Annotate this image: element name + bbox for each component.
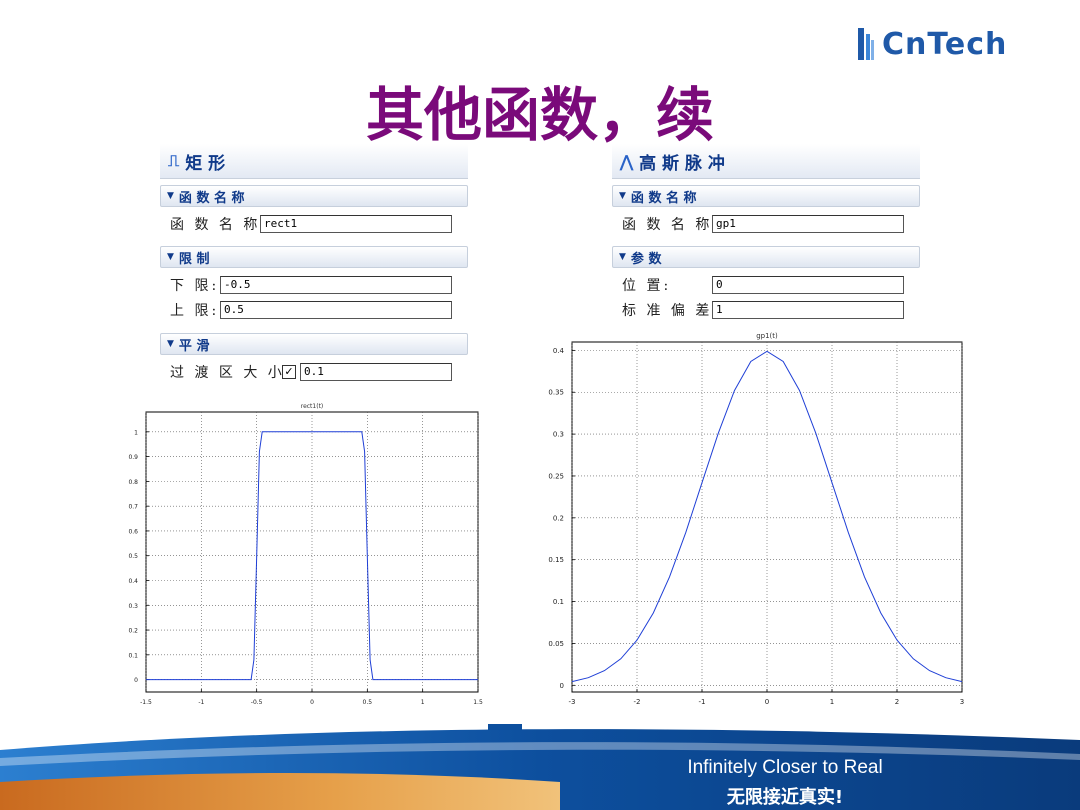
chart-title: gp1(t) bbox=[756, 332, 778, 340]
x-tick-label: -1.5 bbox=[140, 699, 152, 706]
gaussian-settings-panel: ⋀ 高 斯 脉 冲 ▼ 函 数 名 称 函 数 名 称: gp1 ▼ 参 数 位… bbox=[612, 144, 920, 320]
footer-orange-wave bbox=[0, 773, 560, 810]
x-tick-label: 1 bbox=[830, 698, 834, 706]
section-function-name[interactable]: ▼ 函 数 名 称 bbox=[160, 185, 468, 207]
x-tick-label: 0 bbox=[765, 698, 769, 706]
y-tick-label: 0.1 bbox=[128, 652, 138, 659]
y-tick-label: 0.05 bbox=[548, 640, 564, 648]
footer-accent-tab bbox=[488, 724, 522, 730]
rect-pulse-icon: ⎍ bbox=[168, 151, 180, 170]
y-tick-label: 0.1 bbox=[553, 598, 564, 606]
upper-limit-input[interactable]: 0.5 bbox=[220, 301, 452, 319]
section-smoothing[interactable]: ▼ 平 滑 bbox=[160, 333, 468, 355]
section-parameters[interactable]: ▼ 参 数 bbox=[612, 246, 920, 268]
rect-plot: rect1(t) -1.5 -1 -0.5 0 0.5 1 1.5 0 0.1 0.2 0.3 0.4 0… bbox=[128, 403, 483, 706]
y-tick-label: 0.3 bbox=[553, 431, 564, 439]
x-tick-label: -1 bbox=[198, 699, 204, 706]
position-input[interactable]: 0 bbox=[712, 276, 904, 294]
rect-panel-header: ⎍ 矩 形 bbox=[160, 144, 468, 179]
y-tick-label: 0.4 bbox=[553, 347, 565, 355]
y-tick-label: 1 bbox=[134, 429, 138, 436]
x-tick-label: 3 bbox=[960, 698, 964, 706]
tagline-english: Infinitely Closer to Real bbox=[687, 757, 883, 778]
section-label: 限 制 bbox=[178, 251, 210, 267]
slide-title: 其他函数，续 bbox=[365, 81, 714, 149]
x-tick-label: -0.5 bbox=[251, 699, 263, 706]
chevron-down-icon: ▼ bbox=[167, 191, 174, 201]
y-tick-label: 0.2 bbox=[553, 514, 564, 522]
function-name-input[interactable]: gp1 bbox=[712, 215, 904, 233]
y-tick-label: 0.8 bbox=[128, 479, 138, 486]
gaussian-plot: gp1(t) -3 -2 -1 0 1 2 3 0 0.05 0.1 0.15 0.2 0.25 0.3 0.… bbox=[548, 332, 964, 706]
function-name-label: 函 数 名 称: bbox=[622, 217, 721, 233]
chevron-down-icon: ▼ bbox=[167, 252, 174, 262]
section-label: 平 滑 bbox=[178, 338, 210, 354]
y-tick-label: 0.15 bbox=[548, 556, 564, 564]
x-tick-label: 1 bbox=[421, 699, 425, 706]
x-tick-label: -3 bbox=[569, 698, 576, 706]
y-tick-label: 0.9 bbox=[128, 454, 138, 461]
x-tick-label: 2 bbox=[895, 698, 899, 706]
transition-size-label: 过 渡 区 大 小: bbox=[170, 365, 293, 381]
cntech-logo-mark-icon bbox=[858, 28, 874, 60]
std-dev-label: 标 准 偏 差: bbox=[622, 303, 721, 319]
lower-limit-input[interactable]: -0.5 bbox=[220, 276, 452, 294]
section-limits[interactable]: ▼ 限 制 bbox=[160, 246, 468, 268]
gaussian-pulse-icon: ⋀ bbox=[620, 151, 634, 171]
transition-size-input[interactable]: 0.1 bbox=[300, 363, 452, 381]
y-tick-label: 0.5 bbox=[128, 553, 138, 560]
gaussian-panel-header: ⋀ 高 斯 脉 冲 bbox=[612, 144, 920, 179]
section-function-name[interactable]: ▼ 函 数 名 称 bbox=[612, 185, 920, 207]
y-tick-label: 0 bbox=[560, 682, 564, 690]
x-tick-label: 0 bbox=[310, 699, 314, 706]
chevron-down-icon: ▼ bbox=[167, 339, 174, 349]
x-tick-label: 0.5 bbox=[363, 699, 373, 706]
y-tick-label: 0.35 bbox=[548, 389, 564, 397]
function-name-label: 函 数 名 称: bbox=[170, 217, 269, 233]
y-tick-label: 0.3 bbox=[128, 603, 138, 610]
std-dev-input[interactable]: 1 bbox=[712, 301, 904, 319]
section-label: 参 数 bbox=[630, 251, 662, 267]
y-tick-label: 0.4 bbox=[128, 578, 138, 585]
rect-settings-panel: ⎍ 矩 形 ▼ 函 数 名 称 函 数 名 称: rect1 ▼ 限 制 下 限… bbox=[160, 144, 468, 384]
logo-text: CnTech bbox=[882, 26, 1008, 62]
y-tick-label: 0 bbox=[134, 677, 138, 684]
position-label: 位 置: bbox=[622, 278, 672, 294]
section-label: 函 数 名 称 bbox=[630, 190, 697, 206]
rect-panel-title: 矩 形 bbox=[185, 153, 226, 174]
y-tick-label: 0.7 bbox=[128, 504, 138, 511]
y-tick-label: 0.2 bbox=[128, 628, 138, 635]
tagline-chinese: 无限接近真实! bbox=[726, 787, 844, 808]
chevron-down-icon: ▼ bbox=[619, 252, 626, 262]
y-tick-label: 0.6 bbox=[128, 528, 138, 535]
y-tick-label: 0.25 bbox=[548, 472, 564, 480]
x-tick-label: -2 bbox=[634, 698, 641, 706]
upper-limit-label: 上 限: bbox=[170, 303, 220, 319]
gaussian-panel-title: 高 斯 脉 冲 bbox=[639, 153, 725, 174]
x-tick-label: -1 bbox=[699, 698, 706, 706]
function-name-input[interactable]: rect1 bbox=[260, 215, 452, 233]
x-tick-label: 1.5 bbox=[473, 699, 483, 706]
chart-title: rect1(t) bbox=[301, 403, 324, 410]
section-label: 函 数 名 称 bbox=[178, 190, 245, 206]
chevron-down-icon: ▼ bbox=[619, 191, 626, 201]
cntech-logo: CnTech bbox=[858, 26, 1007, 62]
transition-size-checkbox[interactable]: ✓ bbox=[282, 365, 296, 379]
lower-limit-label: 下 限: bbox=[170, 278, 220, 294]
